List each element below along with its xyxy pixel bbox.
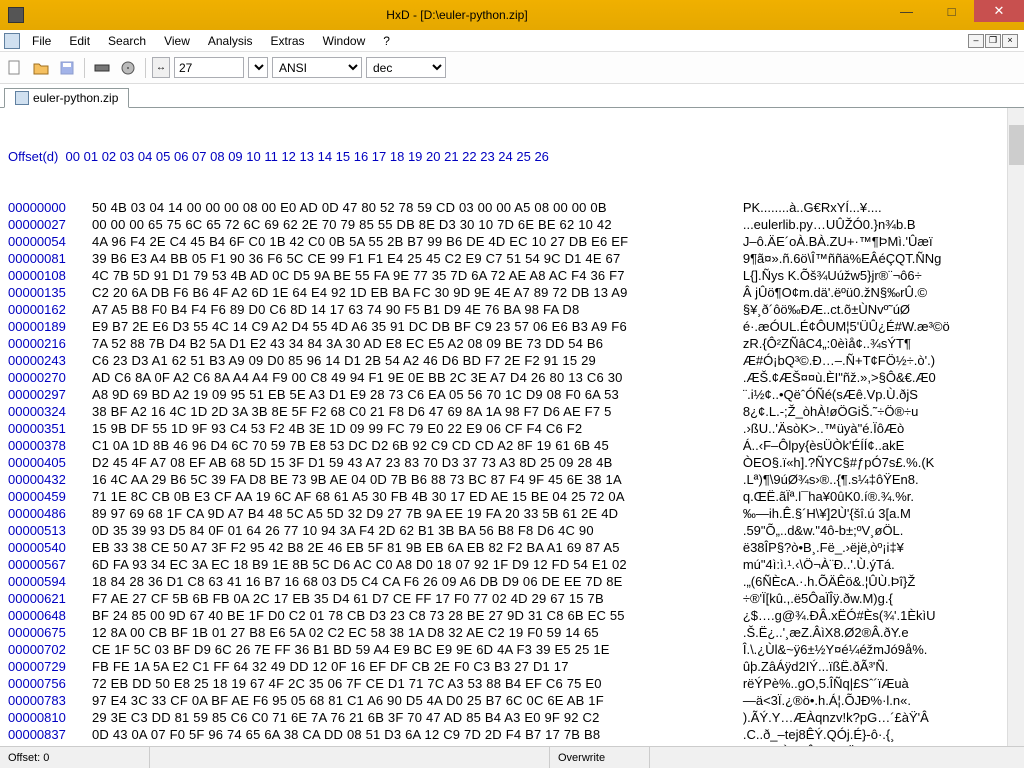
- hex-row[interactable]: 00000351 15 9B DF 55 1D 9F 93 C4 53 F2 4…: [8, 420, 1020, 437]
- window-title: HxD - [D:\euler-python.zip]: [30, 8, 884, 22]
- mdi-close-button[interactable]: ×: [1002, 34, 1018, 48]
- ram-icon[interactable]: [91, 57, 113, 79]
- vertical-scrollbar[interactable]: [1007, 108, 1024, 746]
- hex-row[interactable]: 00000432 16 4C AA 29 B6 5C 39 FA D8 BE 7…: [8, 471, 1020, 488]
- status-offset: Offset: 0: [0, 747, 150, 768]
- file-tab-label: euler-python.zip: [33, 91, 118, 105]
- hex-row[interactable]: 00000621 F7 AE 27 CF 5B 6B FB 0A 2C 17 E…: [8, 590, 1020, 607]
- save-dropdown-button[interactable]: [56, 57, 78, 79]
- menu-file[interactable]: File: [24, 32, 59, 50]
- hex-row[interactable]: 00000108 4C 7B 5D 91 D1 79 53 4B AD 0C D…: [8, 267, 1020, 284]
- hex-row[interactable]: 00000513 0D 35 39 93 D5 84 0F 01 64 26 7…: [8, 522, 1020, 539]
- disk-icon[interactable]: [117, 57, 139, 79]
- hex-row[interactable]: 00000324 38 BF A2 16 4C 1D 2D 3A 3B 8E 5…: [8, 403, 1020, 420]
- number-base-select[interactable]: dec: [366, 57, 446, 78]
- status-overwrite: Overwrite: [550, 747, 650, 768]
- hex-row[interactable]: 00000486 89 97 69 68 1F CA 9D A7 B4 48 5…: [8, 505, 1020, 522]
- hex-row[interactable]: 00000081 39 B6 E3 A4 BB 05 F1 90 36 F6 5…: [8, 250, 1020, 267]
- status-mid: [150, 747, 550, 768]
- hex-row[interactable]: 00000594 18 84 28 36 D1 C8 63 41 16 B7 1…: [8, 573, 1020, 590]
- menu-search[interactable]: Search: [100, 32, 154, 50]
- menu-window[interactable]: Window: [315, 32, 374, 50]
- menu-view[interactable]: View: [156, 32, 198, 50]
- menu-extras[interactable]: Extras: [263, 32, 313, 50]
- charset-select[interactable]: ANSI: [272, 57, 362, 78]
- hex-row[interactable]: 00000162 A7 A5 B8 F0 B4 F4 F6 89 D0 C6 8…: [8, 301, 1020, 318]
- hex-row[interactable]: 00000810 29 3E C3 DD 81 59 85 C6 C0 71 6…: [8, 709, 1020, 726]
- hex-row[interactable]: 00000756 72 EB DD 50 E8 25 18 19 67 4F 2…: [8, 675, 1020, 692]
- hex-row[interactable]: 00000540 EB 33 38 CE 50 A7 3F F2 95 42 B…: [8, 539, 1020, 556]
- doc-icon: [4, 33, 20, 49]
- hex-row[interactable]: 00000405 D2 45 4F A7 08 EF AB 68 5D 15 3…: [8, 454, 1020, 471]
- hex-row[interactable]: 00000837 0D 43 0A 07 F0 5F 96 74 65 6A 3…: [8, 726, 1020, 743]
- close-button[interactable]: ✕: [974, 0, 1024, 22]
- hex-row[interactable]: 00000297 A8 9D 69 BD A2 19 09 95 51 EB 5…: [8, 386, 1020, 403]
- minimize-button[interactable]: —: [884, 0, 929, 22]
- app-icon: [8, 7, 24, 23]
- menu-bar: FileEditSearchViewAnalysisExtrasWindow?: [24, 32, 398, 50]
- menu-help[interactable]: ?: [375, 32, 398, 50]
- hex-row[interactable]: 00000027 00 00 00 65 75 6C 65 72 6C 69 6…: [8, 216, 1020, 233]
- file-tab[interactable]: euler-python.zip: [4, 88, 129, 108]
- hex-row[interactable]: 00000378 C1 0A 1D 8B 46 96 D4 6C 70 59 7…: [8, 437, 1020, 454]
- row-arrows-icon[interactable]: ↔: [152, 57, 170, 78]
- hex-row[interactable]: 00000783 97 E4 3C 33 CF 0A BF AE F6 95 0…: [8, 692, 1020, 709]
- hex-row[interactable]: 00000135 C2 20 6A DB F6 B6 4F A2 6D 1E 6…: [8, 284, 1020, 301]
- mdi-minimize-button[interactable]: –: [968, 34, 984, 48]
- file-tab-icon: [15, 91, 29, 105]
- open-file-button[interactable]: [30, 57, 52, 79]
- hex-row[interactable]: 00000270 AD C6 8A 0F A2 C6 8A A4 A4 F9 0…: [8, 369, 1020, 386]
- mdi-restore-button[interactable]: ❐: [985, 34, 1001, 48]
- maximize-button[interactable]: □: [929, 0, 974, 22]
- bytes-per-row-input[interactable]: [174, 57, 244, 78]
- hex-row[interactable]: 00000216 7A 52 88 7B D4 B2 5A D1 E2 43 3…: [8, 335, 1020, 352]
- hex-row[interactable]: 00000648 BF 24 85 00 9D 67 40 BE 1F D0 C…: [8, 607, 1020, 624]
- menu-edit[interactable]: Edit: [61, 32, 98, 50]
- hex-row[interactable]: 00000054 4A 96 F4 2E C4 45 B4 6F C0 1B 4…: [8, 233, 1020, 250]
- hex-row[interactable]: 00000243 C6 23 D3 A1 62 51 B3 A9 09 D0 8…: [8, 352, 1020, 369]
- hex-row[interactable]: 00000459 71 1E 8C CB 0B E3 CF AA 19 6C A…: [8, 488, 1020, 505]
- hex-row[interactable]: 00000702 CE 1F 5C 03 BF D9 6C 26 7E FF 3…: [8, 641, 1020, 658]
- hex-row[interactable]: 00000567 6D FA 93 34 EC 3A EC 18 B9 1E 8…: [8, 556, 1020, 573]
- hex-row[interactable]: 00000729 FB FE 1A 5A E2 C1 FF 64 32 49 D…: [8, 658, 1020, 675]
- hex-row[interactable]: 00000000 50 4B 03 04 14 00 00 00 08 00 E…: [8, 199, 1020, 216]
- menu-analysis[interactable]: Analysis: [200, 32, 261, 50]
- hex-editor[interactable]: Offset(d) 00 01 02 03 04 05 06 07 08 09 …: [0, 108, 1024, 748]
- new-file-button[interactable]: [4, 57, 26, 79]
- hex-row[interactable]: 00000675 12 8A 00 CB BF 1B 01 27 B8 E6 5…: [8, 624, 1020, 641]
- hex-row[interactable]: 00000189 E9 B7 2E E6 D3 55 4C 14 C9 A2 D…: [8, 318, 1020, 335]
- bytes-per-row-select[interactable]: [248, 57, 268, 78]
